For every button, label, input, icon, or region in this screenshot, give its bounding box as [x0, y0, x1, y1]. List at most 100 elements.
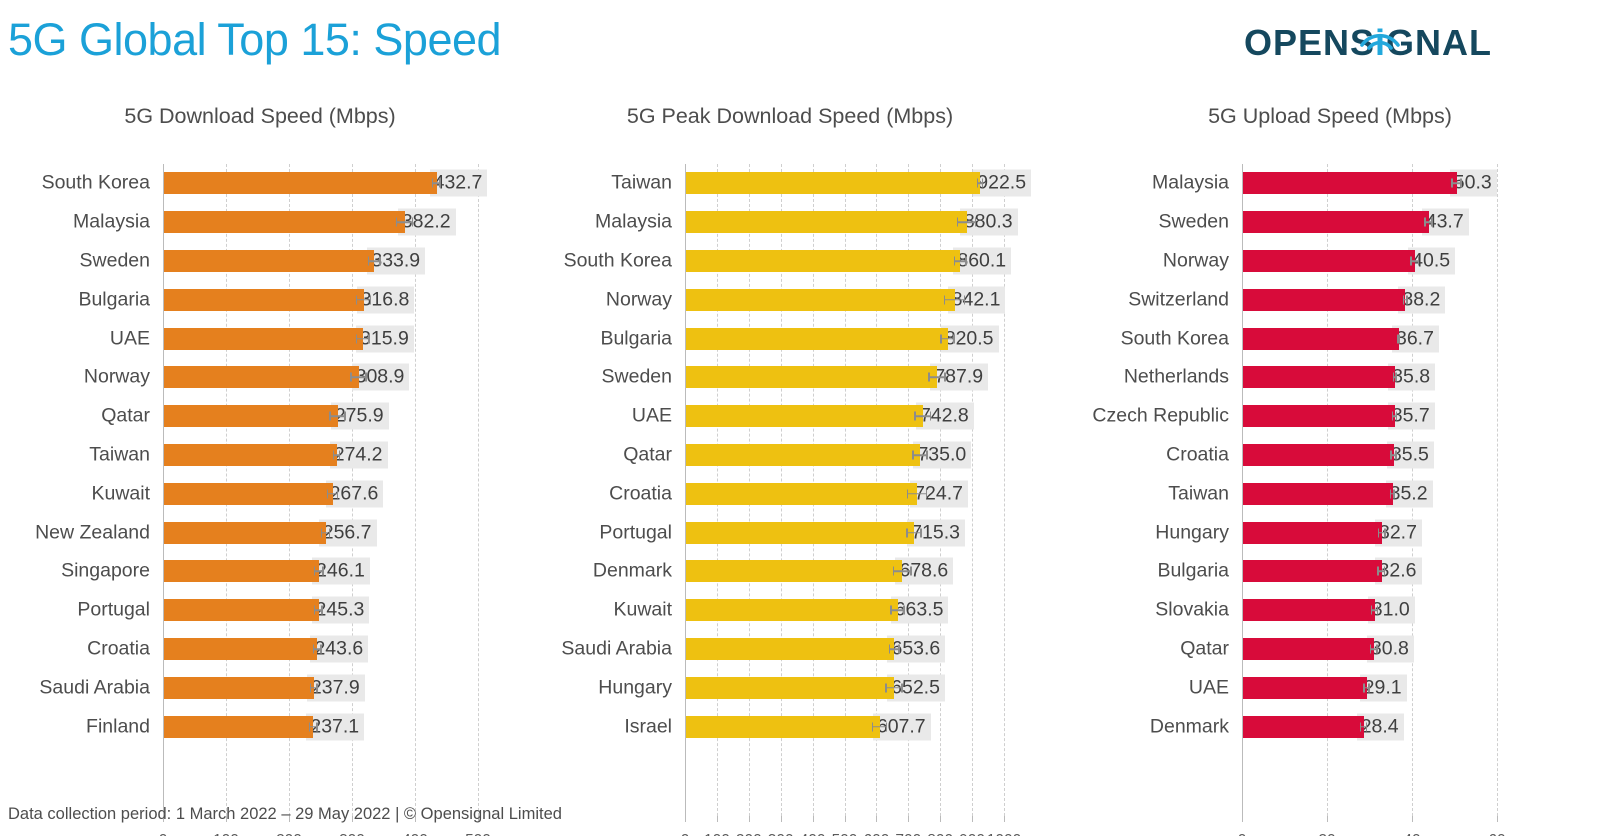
bar	[1243, 599, 1375, 622]
category-label: Netherlands	[1123, 365, 1229, 388]
bar	[686, 444, 921, 466]
error-bar-cap	[1376, 644, 1378, 654]
error-bar-cap	[885, 722, 888, 732]
error-bar-cap	[322, 566, 324, 576]
x-axis-tick	[876, 816, 878, 822]
category-label: Israel	[624, 715, 672, 738]
chart-title: 5G Download Speed (Mbps)	[124, 104, 396, 128]
error-bar-cap	[369, 295, 371, 305]
plot-area: 0100200300400500432.7382.2333.9316.8315.…	[159, 164, 491, 836]
x-axis-tick-label: 500	[465, 832, 491, 836]
bar	[686, 405, 923, 428]
bar	[686, 327, 948, 350]
error-bar	[953, 260, 966, 262]
error-bar-cap	[906, 489, 909, 499]
category-label: UAE	[1188, 676, 1229, 699]
x-axis-tick	[1004, 816, 1005, 822]
bar	[164, 521, 326, 544]
x-axis-tick-label: 800	[927, 832, 953, 836]
error-bar-cap	[320, 644, 322, 654]
category-label: South Korea	[41, 171, 150, 194]
error-bar-cap	[963, 295, 966, 305]
error-bar-cap	[336, 489, 339, 499]
error-bar-cap	[355, 295, 358, 305]
error-bar-cap	[411, 217, 414, 227]
bar	[686, 482, 918, 505]
category-label: Portugal	[77, 598, 150, 621]
error-bar-cap	[1402, 295, 1405, 305]
opensignal-logo: OPENSi GNAL	[1244, 12, 1492, 74]
error-bar-cap	[898, 644, 900, 654]
bar	[686, 560, 903, 583]
category-label: Bulgaria	[1157, 559, 1229, 582]
category-label: Qatar	[101, 404, 150, 427]
logo-text-before: OPENS	[1243, 22, 1375, 63]
error-bar-cap	[1377, 566, 1379, 576]
error-bar-cap	[953, 334, 955, 344]
infographic-root: 5G Global Top 15: Speed OPENSi GNAL 5G D…	[0, 0, 1600, 836]
error-bar-cap	[981, 178, 984, 188]
bar	[164, 715, 314, 738]
category-label: Qatar	[623, 443, 672, 466]
x-axis-tick-label: 900	[959, 832, 985, 836]
category-label: Slovakia	[1155, 598, 1229, 621]
error-bar	[885, 687, 902, 689]
bar	[164, 444, 337, 466]
chart-panel-2: 5G Peak Download Speed (Mbps) Taiwan Malay…	[520, 104, 1060, 836]
logo-letter-i: i	[1360, 22, 1401, 63]
category-label: Bulgaria	[600, 327, 672, 350]
error-bar-cap	[1395, 411, 1398, 421]
x-axis-tick-label: 700	[895, 832, 921, 836]
bar	[164, 250, 375, 272]
error-bar-cap	[316, 722, 318, 732]
error-bar-cap	[912, 450, 914, 460]
error-bar-cap	[965, 256, 967, 266]
page-title: 5G Global Top 15: Speed	[8, 14, 502, 65]
error-bar-cap	[365, 372, 367, 382]
x-axis-tick	[908, 816, 910, 822]
bar	[686, 715, 880, 738]
error-bar-cap	[953, 256, 956, 266]
bar	[164, 288, 364, 311]
bar	[1243, 715, 1364, 738]
x-axis-tick-label: 100	[213, 832, 239, 836]
bar	[164, 638, 318, 660]
category-label: Norway	[1162, 249, 1229, 272]
error-bar-cap	[888, 644, 891, 654]
x-axis-tick	[1497, 816, 1498, 822]
x-axis-tick-label: 500	[832, 832, 858, 836]
bar	[164, 560, 320, 583]
category-label: Norway	[605, 288, 672, 311]
category-label: Croatia	[1166, 443, 1229, 466]
category-label: Saudi Arabia	[39, 676, 150, 699]
error-bar	[355, 299, 370, 301]
x-axis-tick-label: 200	[736, 832, 762, 836]
bar	[1243, 172, 1457, 195]
error-bar-cap	[926, 450, 928, 460]
x-axis-tick-label: 300	[339, 832, 365, 836]
bar	[1243, 482, 1393, 505]
x-axis-tick	[716, 816, 718, 822]
error-bar-cap	[1392, 372, 1395, 382]
category-label: Malaysia	[1152, 171, 1229, 194]
bar	[1243, 638, 1374, 660]
error-bar	[928, 376, 945, 379]
bar	[686, 366, 938, 389]
chart-panel-1: 5G Download Speed (Mbps) South Korea Malay…	[0, 104, 520, 836]
error-bar-cap	[1390, 450, 1392, 460]
x-axis-tick	[748, 816, 750, 822]
bar	[686, 521, 915, 544]
error-bar-cap	[1395, 372, 1397, 382]
category-label: Sweden	[79, 249, 150, 272]
error-bar	[355, 337, 369, 340]
error-bar-cap	[1384, 528, 1386, 538]
error-bar-cap	[1365, 722, 1368, 732]
error-bar-cap	[355, 334, 358, 344]
category-label: South Korea	[563, 249, 672, 272]
error-bar-cap	[332, 450, 335, 460]
error-bar-cap	[1393, 489, 1395, 499]
error-bar	[914, 415, 930, 417]
error-bar-cap	[1460, 178, 1462, 188]
error-bar-cap	[914, 411, 916, 421]
error-bar-cap	[885, 683, 887, 693]
